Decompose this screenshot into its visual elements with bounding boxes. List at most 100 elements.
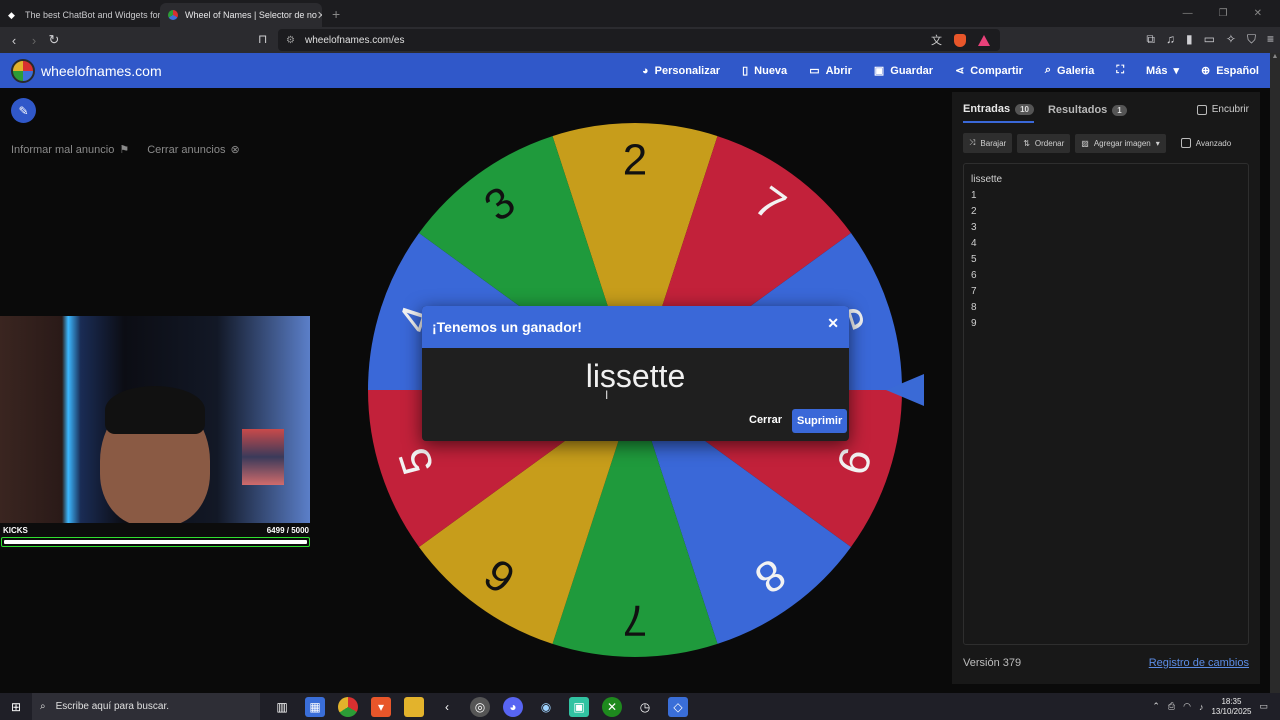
entries-textarea[interactable]: lissette 1 2 3 4 5 6 7 8 9: [963, 163, 1249, 645]
nav-new-button[interactable]: ▯ Nueva: [742, 64, 787, 78]
entry-line: 1: [971, 190, 977, 201]
notification-icon[interactable]: ▭: [1259, 701, 1268, 712]
text-cursor-icon: I: [605, 388, 609, 402]
nav-customize-button[interactable]: ◕ Personalizar: [642, 64, 720, 77]
dialog-title: ¡Tenemos un ganador!: [432, 319, 582, 335]
kicks-progress-bar: [1, 537, 310, 547]
discord-icon[interactable]: ◕: [503, 696, 523, 717]
close-ads-link[interactable]: Cerrar anuncios ⊗: [147, 143, 239, 156]
sidebar-icon[interactable]: ▮: [1186, 32, 1193, 47]
browser-tab[interactable]: ◆ The best ChatBot and Widgets for Ki: [0, 3, 160, 27]
nav-language-button[interactable]: ⊕ Español: [1200, 64, 1259, 78]
nav-gallery-button[interactable]: ⌕ Galeria: [1045, 64, 1094, 77]
minimize-icon[interactable]: —: [1183, 8, 1193, 19]
restore-icon[interactable]: ❐: [1219, 8, 1228, 19]
file-icon: ▯: [742, 65, 749, 77]
sort-icon: ⇅: [1023, 138, 1030, 148]
kicks-label: KICKS: [3, 526, 28, 535]
back-icon[interactable]: ‹: [4, 33, 24, 48]
changelog-link[interactable]: Registro de cambios: [1149, 657, 1249, 669]
clock-app-icon[interactable]: ◷: [635, 697, 655, 717]
wheel-segment-label: 7: [623, 595, 647, 644]
advanced-checkbox[interactable]: [1180, 138, 1191, 148]
xbox-icon[interactable]: ✕: [602, 696, 622, 717]
reload-icon[interactable]: ↻: [44, 32, 64, 48]
advanced-toggle[interactable]: Avanzado: [1180, 138, 1231, 148]
folder-icon: ▭: [809, 65, 820, 77]
close-button[interactable]: Cerrar: [745, 410, 786, 430]
entry-line: 3: [971, 222, 977, 233]
pencil-icon: ✎: [18, 103, 29, 118]
wifi-icon[interactable]: ◠: [1183, 701, 1191, 712]
edit-button[interactable]: ✎: [11, 98, 36, 123]
entry-line: 5: [971, 254, 977, 265]
brave-icon[interactable]: ▾: [371, 696, 391, 717]
volume-icon[interactable]: ♪: [1199, 702, 1204, 712]
globe-icon: ⊕: [1200, 65, 1211, 77]
report-ad-link[interactable]: Informar mal anuncio ⚑: [11, 143, 129, 156]
scroll-up-icon[interactable]: ▲: [1270, 53, 1280, 60]
file-explorer-icon[interactable]: [404, 696, 424, 717]
steam-icon[interactable]: ◉: [536, 697, 556, 717]
nav-save-button[interactable]: ▣ Guardar: [873, 64, 933, 78]
site-navbar: wheelofnames.com ◕ Personalizar ▯ Nueva ▭ A…: [0, 53, 1270, 88]
roblox-icon[interactable]: ◇: [668, 696, 688, 717]
brave-rewards-icon[interactable]: [978, 34, 990, 46]
menu-icon[interactable]: ≡: [1267, 32, 1274, 47]
wheel-segment-label: 2: [623, 136, 647, 185]
address-bar[interactable]: ⚙ wheelofnames.com/es 文: [278, 29, 1000, 51]
tray-expand-icon[interactable]: ⌃: [1152, 701, 1160, 712]
bookmark-icon[interactable]: ⊓: [258, 32, 267, 46]
leo-icon[interactable]: ✧: [1226, 32, 1236, 47]
site-menu: ◕ Personalizar ▯ Nueva ▭ Abrir ▣ Guardar ⋖ Co…: [642, 64, 1270, 77]
tab-results[interactable]: Resultados 1: [1048, 103, 1127, 123]
close-window-icon[interactable]: ✕: [1254, 8, 1262, 19]
url-text: wheelofnames.com/es: [304, 34, 405, 46]
wheel-logo-icon[interactable]: [11, 58, 35, 83]
system-tray: ⌃ ⎙ ◠ ♪ 18:35 13/10/2025 ▭: [1152, 697, 1280, 717]
browser-tab-active[interactable]: Wheel of Names | Selector de no ✕: [160, 3, 322, 27]
close-icon[interactable]: ✕: [827, 315, 839, 332]
close-tab-icon[interactable]: ✕: [317, 9, 322, 22]
obs-icon[interactable]: ◎: [470, 696, 490, 717]
taskbar-search[interactable]: ⌕ Escribe aquí para buscar.: [32, 693, 260, 720]
forward-icon[interactable]: ›: [24, 33, 44, 48]
task-view-icon[interactable]: ▥: [272, 697, 292, 717]
new-tab-icon[interactable]: +: [332, 6, 340, 22]
vpn-icon[interactable]: ⛉: [1247, 32, 1256, 47]
brave-shields-icon[interactable]: [954, 33, 966, 47]
chevron-down-icon: ▾: [1173, 65, 1179, 77]
nav-fullscreen-button[interactable]: ⛶: [1116, 64, 1124, 77]
windows-start-icon[interactable]: ⊞: [0, 700, 32, 714]
close-circle-icon: ⊗: [230, 144, 240, 156]
hide-toggle[interactable]: Encubrir: [1196, 104, 1249, 115]
streamlabs-icon[interactable]: ▣: [569, 696, 589, 717]
shuffle-button[interactable]: ⤨ Barajar: [963, 133, 1013, 153]
nav-more-button[interactable]: Más ▾: [1146, 64, 1179, 78]
screenshot-icon[interactable]: ⧉: [1146, 32, 1155, 47]
save-icon: ▣: [873, 65, 885, 77]
capcut-icon[interactable]: ‹: [437, 697, 457, 717]
nav-share-button[interactable]: ⋖ Compartir: [955, 64, 1023, 78]
translate-icon[interactable]: 文: [931, 32, 942, 48]
taskbar-clock[interactable]: 18:35 13/10/2025: [1211, 697, 1251, 717]
browser-toolbar: ‹ › ↻ ⊓ ⚙ wheelofnames.com/es 文 ⧉ ♫ ▮ ▭ …: [0, 27, 1280, 53]
media-icon[interactable]: ♫: [1166, 32, 1175, 47]
tab-entries[interactable]: Entradas 10: [963, 103, 1034, 123]
store-icon[interactable]: ▦: [305, 696, 325, 717]
nav-open-button[interactable]: ▭ Abrir: [809, 64, 852, 78]
remove-button[interactable]: Suprimir: [792, 409, 848, 433]
chrome-icon[interactable]: [338, 696, 358, 717]
add-image-button[interactable]: ▨ Agregar imagen ▾: [1075, 133, 1166, 153]
winner-name: lissette: [585, 358, 686, 394]
sort-button[interactable]: ⇅ Ordenar: [1017, 133, 1071, 153]
network-device-icon[interactable]: ⎙: [1168, 701, 1175, 712]
browser-tools: ⧉ ♫ ▮ ▭ ✧ ⛉ ≡: [1146, 32, 1274, 47]
wheel-pointer: [886, 374, 924, 406]
hide-checkbox[interactable]: [1196, 104, 1207, 115]
site-info-icon[interactable]: ⚙: [286, 35, 295, 46]
wallet-icon[interactable]: ▭: [1204, 32, 1215, 47]
page-scrollbar[interactable]: ▲: [1270, 53, 1280, 693]
brand-name[interactable]: wheelofnames.com: [41, 63, 162, 79]
dialog-header: ¡Tenemos un ganador!: [422, 306, 849, 348]
